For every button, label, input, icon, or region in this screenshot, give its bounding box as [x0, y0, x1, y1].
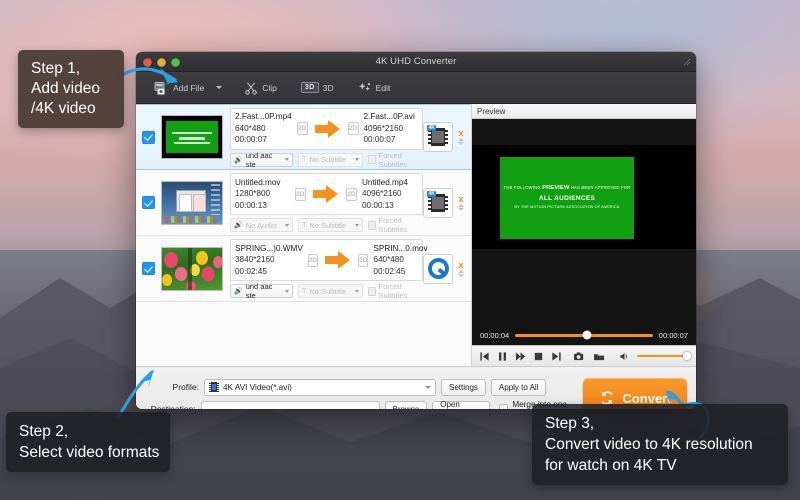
four-k-badge: 4K: [427, 191, 436, 197]
callout-step1-line2: Add video: [31, 79, 111, 99]
callout-step2-line1: Step 2,: [19, 421, 157, 442]
callout-step3-line2: Convert video to 4K resolution: [545, 434, 775, 455]
callout-step-1: Step 1, Add video /4K video: [18, 50, 124, 128]
four-k-badge: 4K: [427, 125, 436, 131]
callout-step1-line1: Step 1,: [31, 59, 111, 79]
callout-step3-line3: for watch on 4K TV: [545, 455, 775, 476]
callout-step-2: Step 2, Select video formats: [6, 412, 170, 472]
callout-step1-line3: /4K video: [31, 99, 111, 119]
callout-step2-line2: Select video formats: [19, 442, 157, 463]
callout-step-3: Step 3, Convert video to 4K resolution f…: [532, 404, 788, 485]
callout-step3-line1: Step 3,: [545, 413, 775, 434]
